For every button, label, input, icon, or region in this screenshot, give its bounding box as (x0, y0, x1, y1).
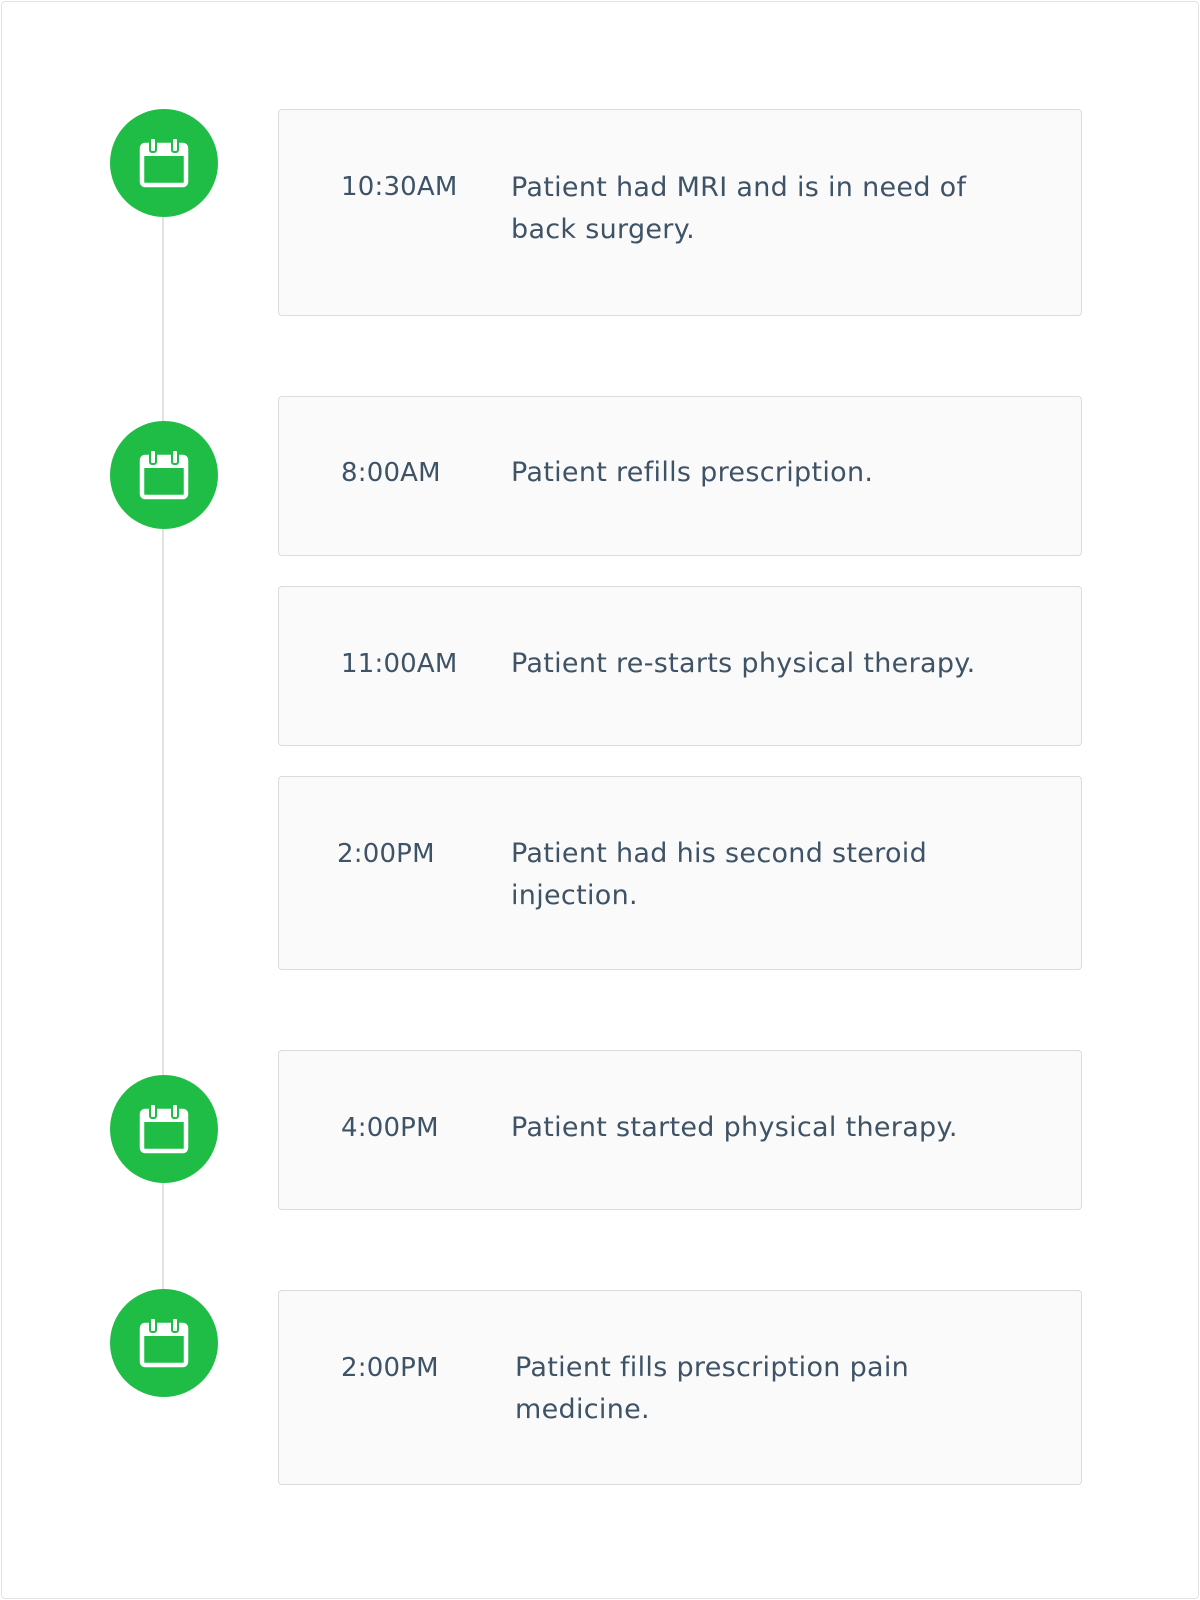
timeline-event-card: 8:00AM Patient refills prescription. (278, 396, 1082, 556)
calendar-icon (138, 1316, 190, 1370)
timeline-marker (110, 421, 218, 529)
calendar-icon (138, 1102, 190, 1156)
event-time: 4:00PM (341, 1113, 439, 1143)
timeline-panel: 10:30AM Patient had MRI and is in need o… (1, 1, 1199, 1599)
event-time: 10:30AM (341, 172, 458, 202)
timeline-event-card: 2:00PM Patient had his second steroid in… (278, 776, 1082, 970)
event-description: Patient refills prescription. (511, 457, 874, 488)
event-time: 2:00PM (341, 1353, 439, 1383)
event-time: 11:00AM (341, 649, 458, 679)
timeline-event-card: 11:00AM Patient re-starts physical thera… (278, 586, 1082, 746)
timeline-event-card: 4:00PM Patient started physical therapy. (278, 1050, 1082, 1210)
event-time: 2:00PM (337, 839, 435, 869)
event-description: Patient had his second steroid injection… (511, 838, 928, 911)
timeline-marker (110, 1289, 218, 1397)
event-description: Patient had MRI and is in need of back s… (511, 172, 967, 245)
calendar-icon (138, 136, 190, 190)
event-description: Patient started physical therapy. (511, 1112, 958, 1143)
timeline-event-card: 10:30AM Patient had MRI and is in need o… (278, 109, 1082, 316)
timeline-marker (110, 1075, 218, 1183)
calendar-icon (138, 448, 190, 502)
event-description: Patient re-starts physical therapy. (511, 648, 976, 679)
event-description: Patient fills prescription pain medicine… (515, 1352, 910, 1425)
timeline-event-card: 2:00PM Patient fills prescription pain m… (278, 1290, 1082, 1485)
timeline-marker (110, 109, 218, 217)
event-time: 8:00AM (341, 458, 441, 488)
